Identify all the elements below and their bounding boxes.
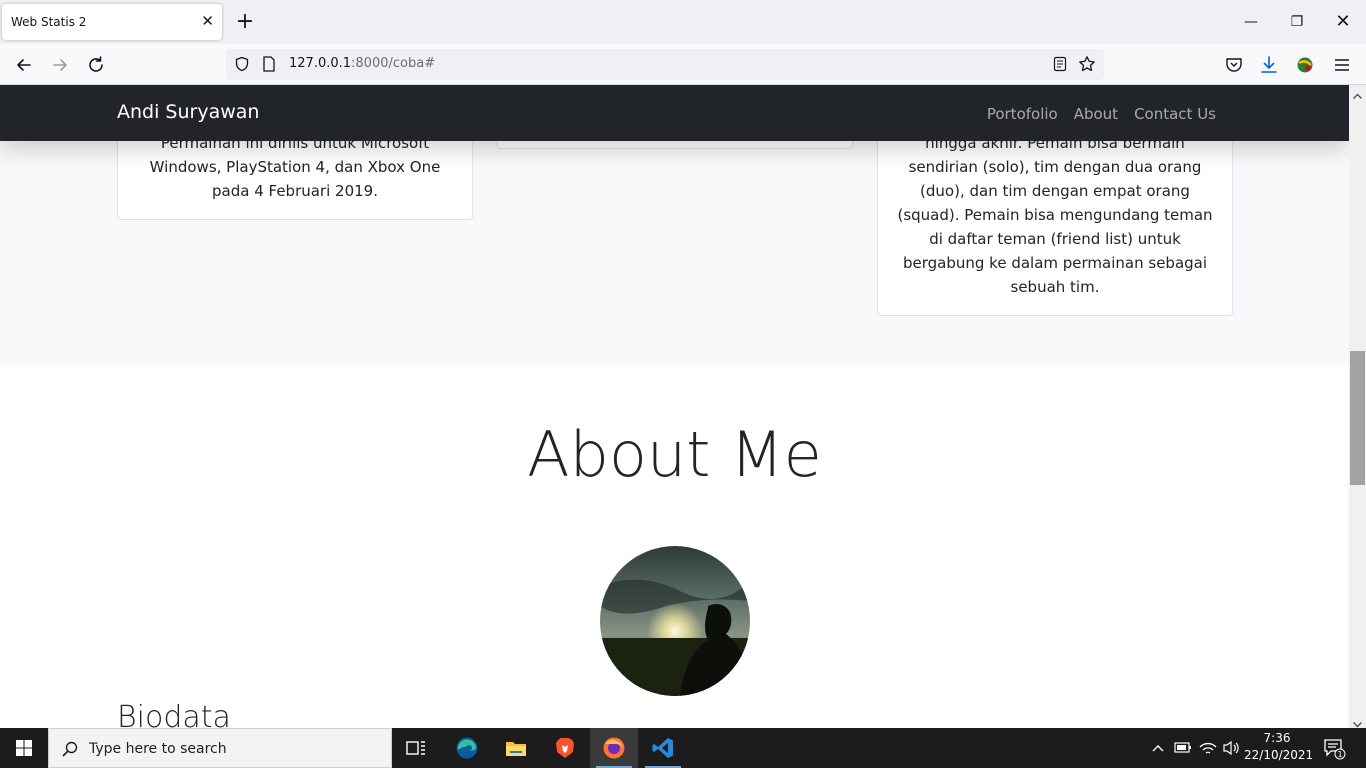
nav-link-portofolio[interactable]: Portofolio (979, 105, 1066, 123)
battery-icon[interactable] (1172, 728, 1192, 768)
page-icon[interactable] (262, 56, 276, 72)
taskbar-clock[interactable]: 7:36 22/10/2021 (1244, 730, 1314, 764)
taskbar-search-box[interactable]: Type here to search (48, 728, 392, 768)
notification-icon[interactable]: 1 (1322, 736, 1346, 760)
new-tab-button[interactable]: + (234, 8, 256, 36)
brave-icon[interactable] (541, 728, 589, 768)
wifi-icon[interactable] (1198, 728, 1218, 768)
edge-icon[interactable] (443, 728, 491, 768)
navbar-brand[interactable]: Andi Suryawan (117, 101, 259, 123)
clock-time: 7:36 (1263, 731, 1291, 745)
site-navbar: Andi Suryawan Portofolio About Contact U… (0, 85, 1349, 141)
nav-link-contact[interactable]: Contact Us (1126, 105, 1224, 123)
search-placeholder: Type here to search (89, 741, 227, 757)
tab-close-icon[interactable]: ✕ (201, 13, 214, 29)
biodata-heading: Biodata (117, 700, 231, 728)
nav-link-about[interactable]: About (1066, 105, 1126, 123)
shield-icon[interactable] (234, 56, 250, 72)
star-icon[interactable] (1078, 55, 1096, 73)
page-viewport: Permainan ini dirilis untuk Microsoft Wi… (0, 85, 1349, 728)
back-icon[interactable] (11, 52, 37, 78)
extension-icon[interactable] (1295, 55, 1315, 75)
url-path: :8000/coba# (351, 56, 436, 71)
window-minimize-button[interactable]: — (1236, 8, 1266, 36)
about-title: About Me (527, 418, 822, 491)
nav-links: Portofolio About Contact Us (979, 105, 1224, 123)
firefox-icon[interactable] (590, 728, 638, 768)
file-explorer-icon[interactable] (492, 728, 540, 768)
window-close-button[interactable]: ✕ (1328, 8, 1358, 36)
notification-count: 1 (1337, 750, 1342, 759)
window-restore-button[interactable]: ❐ (1282, 8, 1312, 36)
avatar (600, 546, 750, 696)
url-host: 127.0.0.1 (289, 56, 352, 71)
chevron-up-icon[interactable] (1352, 87, 1363, 99)
reload-icon[interactable] (83, 52, 109, 78)
tab-title: Web Statis 2 (11, 15, 87, 29)
browser-tab[interactable]: Web Statis 2 ✕ (2, 4, 222, 40)
page-scrollbar[interactable] (1349, 85, 1366, 728)
scrollbar-thumb[interactable] (1350, 351, 1365, 485)
tab-strip: Web Statis 2 ✕ + — ❐ ✕ (0, 0, 1366, 44)
menu-icon[interactable] (1332, 55, 1352, 75)
pocket-icon[interactable] (1224, 55, 1244, 75)
clock-date: 22/10/2021 (1244, 748, 1314, 762)
url-text[interactable]: 127.0.0.1:8000/coba# (289, 56, 435, 71)
url-bar[interactable]: 127.0.0.1:8000/coba# (226, 49, 1104, 80)
windows-start-icon[interactable] (0, 728, 48, 768)
forward-icon[interactable] (47, 52, 73, 78)
reader-view-icon[interactable] (1052, 56, 1068, 72)
download-icon[interactable] (1259, 55, 1279, 75)
search-icon (61, 740, 79, 758)
volume-icon[interactable] (1221, 728, 1241, 768)
vscode-icon[interactable] (639, 728, 687, 768)
task-view-icon[interactable] (392, 728, 440, 768)
chevron-up-icon[interactable] (1150, 728, 1166, 768)
card-text: Permainan ini dirilis untuk Microsoft Wi… (149, 134, 441, 200)
browser-toolbar: 127.0.0.1:8000/coba# (0, 44, 1366, 85)
taskbar: Type here to search 7:36 22/10/2021 1 (0, 728, 1366, 768)
chevron-down-icon[interactable] (1352, 715, 1363, 728)
